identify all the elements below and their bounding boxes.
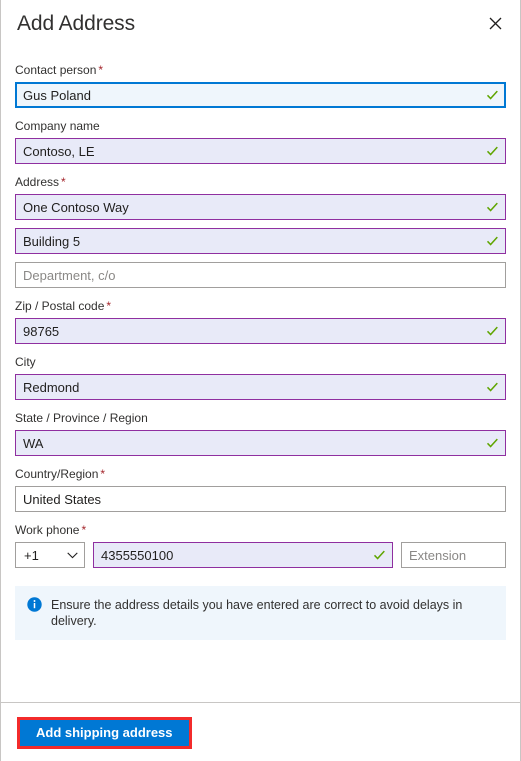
required-asterisk: * [98,63,104,77]
label-text: Contact person [15,63,97,77]
address-form: Contact person* Company name Address [1,62,520,702]
label-text: Zip / Postal code [15,299,105,313]
close-glyph [489,17,501,29]
input-wrap-zip-postal-code [15,318,506,344]
field-label-address: Address * [15,174,506,190]
label-text: Address [15,175,60,189]
close-icon[interactable] [480,8,510,38]
input-wrap-state-province-region [15,430,506,456]
address-line-2-input[interactable] [15,228,506,254]
required-asterisk: * [100,467,106,481]
field-country-region: Country/Region * [15,466,506,512]
input-wrap-address-line-2 [15,228,506,254]
label-text: Country/Region [15,467,99,481]
field-label-contact-person: Contact person * [15,62,506,78]
contact-person-input[interactable] [15,82,506,108]
submit-highlight-box: Add shipping address [17,717,192,749]
input-wrap-phone-extension [401,542,506,568]
input-wrap-company-name [15,138,506,164]
input-wrap-phone-number [93,542,393,568]
address-line-3-input[interactable] [15,262,506,288]
panel-footer: Add shipping address [1,702,520,761]
field-label-company-name: Company name [15,119,100,133]
work-phone-input[interactable] [93,542,393,568]
chevron-down-icon [67,552,78,558]
field-label-city: City [15,355,36,369]
info-banner: Ensure the address details you have ente… [15,586,506,640]
field-state-province-region: State / Province / Region [15,410,506,456]
label-text: Work phone [15,523,80,537]
required-asterisk: * [61,175,66,189]
field-company-name: Company name [15,118,506,164]
input-wrap-address-line-1 [15,194,506,220]
field-label-country-region: Country/Region * [15,466,506,482]
country-region-input[interactable] [15,486,506,512]
field-work-phone: Work phone * +1 [15,522,506,568]
state-province-region-input[interactable] [15,430,506,456]
address-line-1-input[interactable] [15,194,506,220]
zip-postal-code-input[interactable] [15,318,506,344]
input-wrap-address-line-3 [15,262,506,288]
city-input[interactable] [15,374,506,400]
page-title: Add Address [17,12,135,35]
panel-header: Add Address [1,0,520,62]
company-name-input[interactable] [15,138,506,164]
country-code-value: +1 [24,547,39,563]
country-code-select[interactable]: +1 [15,542,85,568]
field-zip-postal-code: Zip / Postal code * [15,298,506,344]
field-city: City [15,354,506,400]
add-address-panel: Add Address Contact person* Company name [0,0,521,761]
field-contact-person: Contact person * [15,62,506,108]
required-asterisk: * [106,299,112,313]
field-label-work-phone: Work phone * [15,522,506,538]
work-phone-row: +1 [15,542,506,568]
field-address: Address * [15,174,506,288]
field-label-state-province-region: State / Province / Region [15,411,148,425]
input-wrap-contact-person [15,82,506,108]
input-wrap-country-region [15,486,506,512]
add-shipping-address-button[interactable]: Add shipping address [20,720,189,746]
info-circle-icon [27,597,42,612]
field-label-zip-postal-code: Zip / Postal code * [15,298,506,314]
required-asterisk: * [81,523,87,537]
phone-extension-input[interactable] [401,542,506,568]
input-wrap-city [15,374,506,400]
info-banner-text: Ensure the address details you have ente… [51,598,463,628]
